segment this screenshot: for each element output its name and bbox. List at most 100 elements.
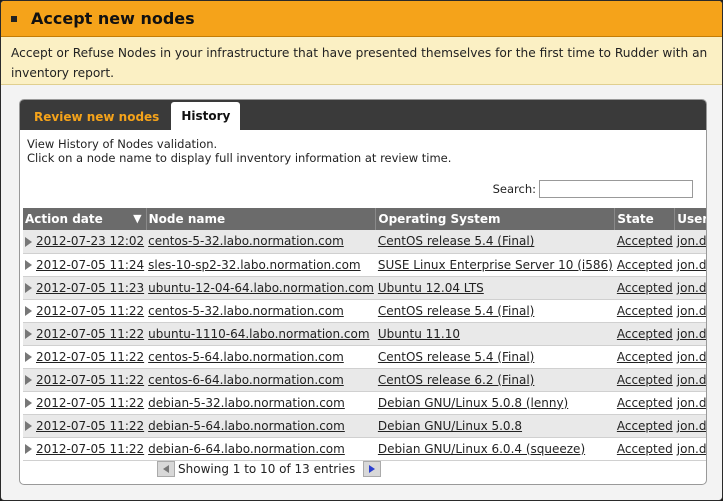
user-link[interactable]: jon.doe [677,373,706,387]
node-name-link[interactable]: sles-10-sp2-32.labo.normation.com [148,258,360,272]
os-link[interactable]: CentOS release 5.4 (Final) [378,234,534,248]
table-row: 2012-07-05 11:22 debian-5-32.labo.normati… [23,391,706,414]
state-link[interactable]: Accepted [617,442,673,456]
state-link[interactable]: Accepted [617,234,673,248]
user-link[interactable]: jon.doe [677,419,706,433]
os-link[interactable]: Ubuntu 12.04 LTS [378,281,484,295]
cell-operating-system: Debian GNU/Linux 5.0.8 (lenny) [376,391,615,414]
os-link[interactable]: CentOS release 5.4 (Final) [378,350,534,364]
cell-operating-system: Ubuntu 11.10 [376,322,615,345]
action-date-link[interactable]: 2012-07-05 11:22 [36,350,144,364]
state-link[interactable]: Accepted [617,258,673,272]
state-link[interactable]: Accepted [617,304,673,318]
pagination: Showing 1 to 10 of 13 entries [157,461,382,477]
expand-arrow-icon[interactable] [25,444,32,454]
user-link[interactable]: jon.doe [677,396,706,410]
cell-user: jon.doe [675,414,706,437]
state-link[interactable]: Accepted [617,327,673,341]
cell-user: jon.doe [675,322,706,345]
node-name-link[interactable]: debian-5-64.labo.normation.com [148,419,345,433]
action-date-link[interactable]: 2012-07-05 11:24 [36,258,144,272]
expand-arrow-icon[interactable] [25,260,32,270]
action-date-link[interactable]: 2012-07-05 11:22 [36,419,144,433]
cell-action-date: 2012-07-05 11:22 [23,345,146,368]
arrow-right-icon [369,465,376,473]
cell-action-date: 2012-07-05 11:22 [23,414,146,437]
action-date-link[interactable]: 2012-07-05 11:22 [36,442,144,456]
node-name-link[interactable]: ubuntu-12-04-64.labo.normation.com [148,281,374,295]
user-link[interactable]: jon.doe [677,304,706,318]
expand-arrow-icon[interactable] [25,421,32,431]
cell-node-name: centos-5-64.labo.normation.com [146,345,376,368]
cell-action-date: 2012-07-05 11:22 [23,322,146,345]
cell-state: Accepted [615,345,675,368]
os-link[interactable]: Debian GNU/Linux 5.0.8 [378,419,522,433]
title-bar: Accept new nodes [1,1,722,37]
node-name-link[interactable]: debian-6-64.labo.normation.com [148,442,345,456]
column-state[interactable]: State [614,208,676,230]
user-link[interactable]: jon.doe [677,350,706,364]
expand-arrow-icon[interactable] [25,306,32,316]
cell-user: jon.doe [675,299,706,322]
cell-node-name: centos-5-32.labo.normation.com [146,230,376,253]
column-node-name[interactable]: Node name [146,208,377,230]
column-operating-system[interactable]: Operating System [375,208,616,230]
column-user[interactable]: User [675,208,706,230]
os-link[interactable]: Debian GNU/Linux 5.0.8 (lenny) [378,396,568,410]
column-action-date[interactable]: Action date ▼ [23,208,147,230]
os-link[interactable]: CentOS release 5.4 (Final) [378,304,534,318]
table-row: 2012-07-05 11:22 debian-5-64.labo.normati… [23,414,706,437]
node-name-link[interactable]: centos-5-32.labo.normation.com [148,234,344,248]
os-link[interactable]: SUSE Linux Enterprise Server 10 (i586) [378,258,613,272]
state-link[interactable]: Accepted [617,396,673,410]
cell-operating-system: SUSE Linux Enterprise Server 10 (i586) [376,253,615,276]
tab-bar: Review new nodes History [20,100,706,130]
user-link[interactable]: jon.doe [677,234,706,248]
node-name-link[interactable]: centos-5-32.labo.normation.com [148,304,344,318]
cell-user: jon.doe [675,276,706,299]
user-link[interactable]: jon.doe [677,442,706,456]
user-link[interactable]: jon.doe [677,281,706,295]
node-name-link[interactable]: centos-5-64.labo.normation.com [148,350,344,364]
cell-node-name: debian-5-32.labo.normation.com [146,391,376,414]
action-date-link[interactable]: 2012-07-05 11:22 [36,327,144,341]
action-date-link[interactable]: 2012-07-23 12:02 [36,234,144,248]
action-date-link[interactable]: 2012-07-05 11:22 [36,373,144,387]
table-row: 2012-07-05 11:22 centos-5-64.labo.normati… [23,345,706,368]
cell-user: jon.doe [675,253,706,276]
user-link[interactable]: jon.doe [677,327,706,341]
user-link[interactable]: jon.doe [677,258,706,272]
node-name-link[interactable]: ubuntu-1110-64.labo.normation.com [148,327,369,341]
search-input[interactable] [539,180,693,198]
next-page-button[interactable] [363,461,382,477]
intro-text: Accept or Refuse Nodes in your infrastru… [1,37,722,85]
previous-page-button[interactable] [157,461,175,477]
action-date-link[interactable]: 2012-07-05 11:22 [36,304,144,318]
state-link[interactable]: Accepted [617,281,673,295]
expand-arrow-icon[interactable] [25,283,32,293]
os-link[interactable]: CentOS release 6.2 (Final) [378,373,534,387]
node-name-link[interactable]: debian-5-32.labo.normation.com [148,396,345,410]
cell-action-date: 2012-07-05 11:22 [23,299,146,322]
cell-user: jon.doe [675,368,706,391]
state-link[interactable]: Accepted [617,350,673,364]
expand-arrow-icon[interactable] [25,352,32,362]
expand-arrow-icon[interactable] [25,329,32,339]
tab-review-new-nodes[interactable]: Review new nodes [24,104,169,130]
action-date-link[interactable]: 2012-07-05 11:23 [36,281,144,295]
description-line-1: View History of Nodes validation. [27,137,218,151]
state-link[interactable]: Accepted [617,419,673,433]
tab-history[interactable]: History [171,102,241,130]
os-link[interactable]: Debian GNU/Linux 6.0.4 (squeeze) [378,442,585,456]
accept-nodes-window: Accept new nodes Accept or Refuse Nodes … [0,0,723,501]
action-date-link[interactable]: 2012-07-05 11:22 [36,396,144,410]
expand-arrow-icon[interactable] [25,375,32,385]
table-row: 2012-07-05 11:22 ubuntu-1110-64.labo.norm… [23,322,706,345]
os-link[interactable]: Ubuntu 11.10 [378,327,460,341]
expand-arrow-icon[interactable] [25,398,32,408]
state-link[interactable]: Accepted [617,373,673,387]
cell-node-name: ubuntu-1110-64.labo.normation.com [146,322,376,345]
cell-state: Accepted [615,322,675,345]
expand-arrow-icon[interactable] [25,236,32,247]
node-name-link[interactable]: centos-6-64.labo.normation.com [148,373,344,387]
